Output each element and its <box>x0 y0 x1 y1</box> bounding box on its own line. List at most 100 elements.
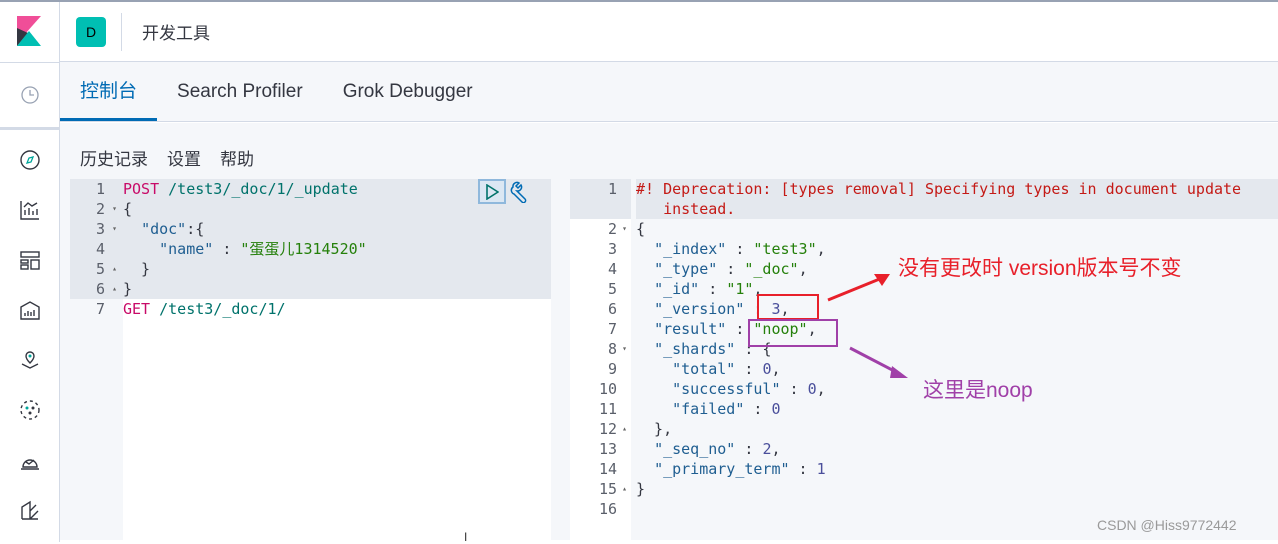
code-line: } <box>123 279 551 299</box>
line-number: 7 <box>607 320 617 338</box>
noop-annotation: 这里是noop <box>923 379 1033 402</box>
code-line: "_id" : "1", <box>636 279 1278 299</box>
text-cursor: I <box>464 530 468 544</box>
line-number: 9 <box>607 360 617 378</box>
tab-console[interactable]: 控制台 <box>60 62 158 121</box>
code-token: } <box>636 480 646 498</box>
line-number: 13 <box>598 440 617 458</box>
fold-toggle-icon[interactable]: ▴ <box>112 259 117 279</box>
line-number: 11 <box>598 400 617 418</box>
code-token: "name" <box>159 240 214 258</box>
code-line: { <box>636 219 1278 239</box>
fold-toggle-icon[interactable]: ▾ <box>112 219 117 239</box>
line-number: 1 <box>570 179 631 199</box>
line-number: 7 <box>95 300 105 318</box>
code-line: } <box>636 479 1278 499</box>
request-editor[interactable]: 1 2 ▾ 3 ▾ 4 5 ▴ 6 ▴ 7 POST /test3/_doc/1/_update { … <box>70 179 551 540</box>
divider <box>121 12 122 51</box>
line-number: 3 ▾ <box>70 219 123 239</box>
fold-toggle-icon[interactable]: ▾ <box>112 199 117 219</box>
line-number: 15 ▴ <box>598 479 627 499</box>
tab-bar: 控制台 Search Profiler Grok Debugger <box>60 62 1278 122</box>
console: 历史记录 设置 帮助 1 2 ▾ 3 ▾ 4 5 ▴ 6 ▴ 7 POST /test3/_doc/… <box>60 123 1278 540</box>
code-line: "_version" : 3, <box>636 299 1278 319</box>
ml-icon[interactable] <box>19 399 41 421</box>
code-token: : <box>780 380 808 398</box>
code-token: , <box>798 260 808 278</box>
code-line: "result" : "noop", <box>636 319 1278 339</box>
line-number: 1 <box>70 179 123 199</box>
visualize-icon[interactable] <box>19 199 41 221</box>
code-token: : <box>789 460 817 478</box>
code-token: 0 <box>807 380 817 398</box>
response-code: #! Deprecation: [types removal] Specifyi… <box>631 179 1278 540</box>
code-token: 1 <box>816 460 826 478</box>
annotation-arrows <box>827 274 908 378</box>
line-number: 5 <box>607 280 617 298</box>
side-nav <box>0 2 60 542</box>
code-token: , <box>771 360 781 378</box>
uptime-icon[interactable] <box>19 449 41 471</box>
code-token: #! Deprecation: [types removal] Specifyi… <box>636 180 1242 198</box>
code-token: : <box>213 240 241 258</box>
kibana-logo[interactable] <box>17 16 41 46</box>
watermark: CSDN @Hiss9772442 <box>1097 517 1237 533</box>
code-line: "_primary_term" : 1 <box>636 459 1278 479</box>
code-token: , <box>816 240 826 258</box>
space-avatar[interactable]: D <box>76 16 106 47</box>
line-number <box>570 199 631 219</box>
code-line: "_seq_no" : 2, <box>636 439 1278 459</box>
line-number: 4 <box>607 260 617 278</box>
request-code[interactable]: POST /test3/_doc/1/_update { "doc":{ "nam… <box>123 179 551 540</box>
dashboard-icon[interactable] <box>19 249 41 271</box>
breadcrumb-title: 开发工具 <box>142 24 210 43</box>
code-line: #! Deprecation: [types removal] Specifyi… <box>636 179 1278 199</box>
code-token: POST <box>123 180 160 198</box>
code-token: "_seq_no" <box>654 440 736 458</box>
code-token: } <box>123 260 151 278</box>
fold-toggle-icon[interactable]: ▾ <box>622 219 627 239</box>
fold-toggle-icon[interactable]: ▴ <box>622 419 627 439</box>
code-token: , <box>771 440 781 458</box>
settings-link[interactable]: 设置 <box>167 145 201 170</box>
compass-icon[interactable] <box>19 149 41 171</box>
code-token: 0 <box>771 400 781 418</box>
code-token: "failed" <box>672 400 745 418</box>
line-number: 10 <box>598 380 617 398</box>
canvas-icon[interactable] <box>19 299 41 321</box>
wrench-icon[interactable] <box>510 181 532 203</box>
fold-toggle-icon[interactable]: ▴ <box>112 279 117 299</box>
line-number: 4 <box>70 239 123 259</box>
request-gutter: 1 2 ▾ 3 ▾ 4 5 ▴ 6 ▴ 7 <box>70 179 123 540</box>
code-token: "successful" <box>672 380 781 398</box>
tab-grok-debugger[interactable]: Grok Debugger <box>323 62 493 121</box>
resize-handle[interactable] <box>551 179 570 540</box>
code-token: } <box>123 280 133 298</box>
code-line: "name" : "蛋蛋儿1314520" <box>123 239 551 259</box>
maps-icon[interactable] <box>19 349 41 371</box>
line-number: 5 ▴ <box>70 259 123 279</box>
history-link[interactable]: 历史记录 <box>80 145 148 170</box>
help-link[interactable]: 帮助 <box>220 145 254 170</box>
clock-icon[interactable] <box>19 84 41 106</box>
line-number: 16 <box>598 500 617 518</box>
tab-search-profiler[interactable]: Search Profiler <box>157 62 323 121</box>
code-token: "1" <box>726 280 754 298</box>
fold-toggle-icon[interactable]: ▾ <box>622 339 627 359</box>
apm-icon[interactable] <box>19 499 41 521</box>
code-line: }, <box>636 419 1278 439</box>
send-request-button[interactable] <box>478 179 506 204</box>
fold-toggle-icon[interactable]: ▴ <box>622 479 627 499</box>
line-number: 2 ▾ <box>70 199 123 219</box>
